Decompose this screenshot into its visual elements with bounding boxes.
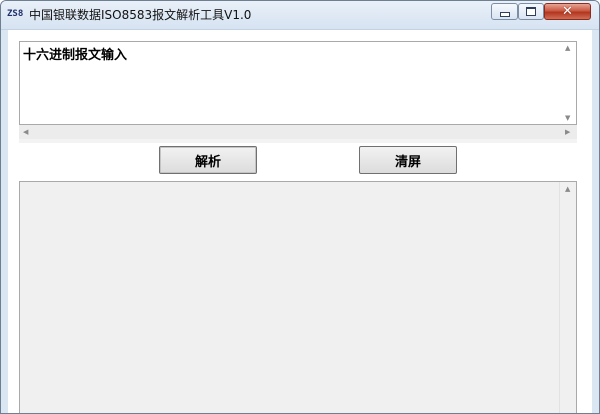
clear-screen-button[interactable]: 清屏 <box>359 146 457 174</box>
output-vertical-scrollbar[interactable]: ▲ <box>559 182 576 413</box>
triangle-up-icon[interactable]: ▲ <box>565 185 570 193</box>
close-button[interactable]: ✕ <box>544 3 591 20</box>
minimize-button[interactable] <box>491 3 518 20</box>
parse-result-output[interactable]: ▲ <box>19 181 577 413</box>
window-title: 中国银联数据ISO8583报文解析工具V1.0 <box>29 8 252 22</box>
triangle-up-icon[interactable]: ▲ <box>565 44 570 52</box>
input-horizontal-scrollbar[interactable]: ◀ ▶ <box>19 125 577 139</box>
triangle-right-icon[interactable]: ▶ <box>565 128 570 136</box>
minimize-icon <box>499 12 510 17</box>
app-icon[interactable]: ZS8 <box>7 7 25 21</box>
hex-input-text: 十六进制报文输入 <box>23 48 128 63</box>
maximize-button[interactable] <box>518 3 544 20</box>
triangle-left-icon[interactable]: ◀ <box>23 128 28 136</box>
close-icon: ✕ <box>562 4 573 19</box>
maximize-icon <box>526 7 536 16</box>
input-vertical-scrollbar[interactable]: ▲ ▼ <box>560 42 576 124</box>
client-area: 十六进制报文输入 ▲ ▼ ◀ ▶ 解析 清屏 ▲ <box>8 30 592 413</box>
title-bar[interactable]: ZS8 中国银联数据ISO8583报文解析工具V1.0 ✕ <box>1 1 599 30</box>
app-window: ZS8 中国银联数据ISO8583报文解析工具V1.0 ✕ 十六进制报文输入 ▲… <box>0 0 600 414</box>
hex-message-input[interactable]: 十六进制报文输入 ▲ ▼ <box>19 41 577 125</box>
triangle-down-icon[interactable]: ▼ <box>565 114 570 122</box>
divider <box>19 139 577 143</box>
parse-button[interactable]: 解析 <box>159 146 257 174</box>
